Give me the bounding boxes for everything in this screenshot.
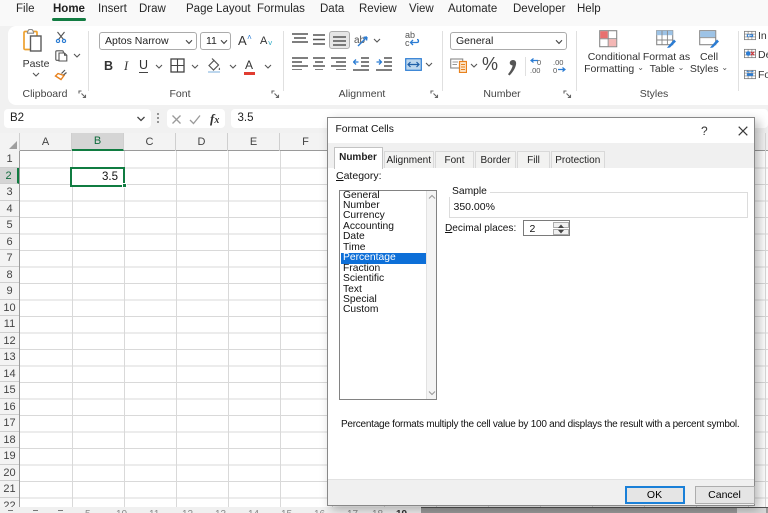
svg-text:.00: .00 — [530, 66, 540, 74]
svg-text:c: c — [405, 38, 410, 47]
svg-text:0: 0 — [553, 66, 557, 74]
